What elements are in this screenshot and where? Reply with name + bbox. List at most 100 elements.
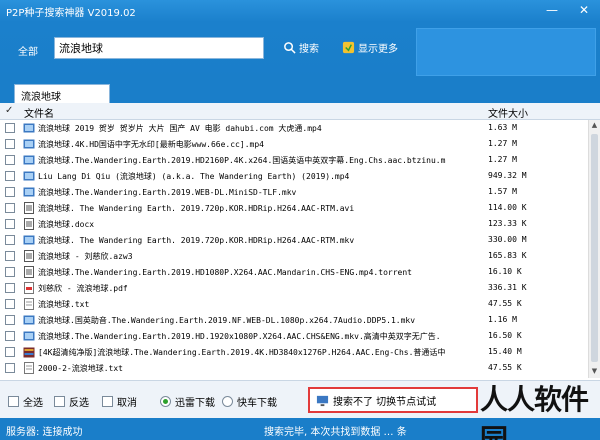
- xunlei-download-option[interactable]: 迅雷下载: [160, 394, 215, 409]
- file-name: 流浪地球.The.Wandering.Earth.2019.HD.1920x10…: [38, 332, 441, 341]
- list-item[interactable]: 流浪地球.The.Wandering.Earth.2019.WEB-DL.Min…: [0, 184, 588, 200]
- file-name: 流浪地球 - 刘慈欣.azw3: [38, 252, 133, 261]
- row-checkbox[interactable]: [5, 347, 15, 357]
- tab-search-result[interactable]: 流浪地球: [14, 84, 110, 103]
- doc-icon: [24, 202, 34, 214]
- row-checkbox[interactable]: [5, 155, 15, 165]
- text-icon: [24, 362, 34, 374]
- row-checkbox[interactable]: [5, 203, 15, 213]
- close-button[interactable]: ✕: [574, 0, 594, 20]
- file-size: 330.00 M: [488, 235, 527, 244]
- search-button[interactable]: 搜索: [283, 40, 319, 55]
- title-bar: P2P种子搜索神器 V2019.02 — ✕: [0, 0, 600, 22]
- file-size: 15.40 M: [488, 347, 522, 356]
- header-file-name[interactable]: 文件名: [24, 105, 54, 120]
- watermark-logo: 人人软件园: [480, 383, 589, 440]
- row-checkbox[interactable]: [5, 299, 15, 309]
- scroll-up-arrow-icon[interactable]: ▲: [589, 121, 600, 131]
- video-icon: [23, 155, 35, 165]
- file-size: 1.57 M: [488, 187, 517, 196]
- doc-icon: [24, 250, 34, 262]
- row-checkbox[interactable]: [5, 283, 15, 293]
- file-size: 123.33 K: [488, 219, 527, 228]
- video-icon: [23, 123, 35, 133]
- file-size: 949.32 M: [488, 171, 527, 180]
- file-name: 2000-2-流浪地球.txt: [38, 364, 123, 373]
- list-item[interactable]: 流浪地球 - 刘慈欣.azw3 165.83 K: [0, 248, 588, 264]
- file-size: 336.31 K: [488, 283, 527, 292]
- select-all-option[interactable]: 全选: [8, 394, 43, 409]
- vertical-scrollbar[interactable]: ▲ ▼: [588, 120, 600, 378]
- list-item[interactable]: 流浪地球.4K.HD国语中字无水印[最新电影www.66e.cc].mp4 1.…: [0, 136, 588, 152]
- file-size: 165.83 K: [488, 251, 527, 260]
- header-check[interactable]: ✓: [5, 105, 13, 116]
- list-item[interactable]: 流浪地球. The Wandering Earth. 2019.720p.KOR…: [0, 232, 588, 248]
- doc-icon: [24, 266, 34, 278]
- invert-checkbox[interactable]: [54, 396, 65, 407]
- file-name: 流浪地球. The Wandering Earth. 2019.720p.KOR…: [38, 236, 355, 245]
- file-name: 流浪地球. The Wandering Earth. 2019.720p.KOR…: [38, 204, 355, 213]
- pdf-icon: [24, 282, 34, 294]
- row-checkbox[interactable]: [5, 331, 15, 341]
- list-item[interactable]: 2000-2-流浪地球.txt 47.55 K: [0, 360, 588, 376]
- row-checkbox[interactable]: [5, 235, 15, 245]
- file-name: [4K超清纯净版]流浪地球.The.Wandering.Earth.2019.4…: [38, 348, 446, 357]
- xunlei-label: 迅雷下载: [175, 398, 215, 409]
- row-checkbox[interactable]: [5, 139, 15, 149]
- invert-option[interactable]: 反选: [54, 394, 89, 409]
- list-item[interactable]: 刘慈欣 - 流浪地球.pdf 336.31 K: [0, 280, 588, 296]
- list-item[interactable]: 流浪地球. The Wandering Earth. 2019.720p.KOR…: [0, 200, 588, 216]
- list-header: ✓ 文件名 文件大小: [0, 103, 600, 120]
- list-item[interactable]: 流浪地球.txt 47.55 K: [0, 296, 588, 312]
- file-size: 1.27 M: [488, 155, 517, 164]
- scroll-thumb[interactable]: [591, 134, 598, 362]
- monitor-icon: [316, 395, 329, 406]
- row-checkbox[interactable]: [5, 187, 15, 197]
- bt-download-option[interactable]: 快车下载: [222, 394, 277, 409]
- xunlei-radio[interactable]: [160, 396, 171, 407]
- file-size: 114.00 K: [488, 203, 527, 212]
- list-item[interactable]: 流浪地球.The.Wandering.Earth.2019.HD2160P.4K…: [0, 152, 588, 168]
- list-item[interactable]: 流浪地球.docx 123.33 K: [0, 216, 588, 232]
- minimize-button[interactable]: —: [542, 0, 562, 20]
- search-input[interactable]: [54, 37, 264, 59]
- row-checkbox[interactable]: [5, 315, 15, 325]
- switch-node-label: 搜索不了 切换节点试试: [333, 396, 437, 408]
- text-icon: [24, 298, 34, 310]
- file-size: 16.50 K: [488, 331, 522, 340]
- list-item[interactable]: 流浪地球.The.Wandering.Earth.2019.HD.1920x10…: [0, 328, 588, 344]
- scroll-down-arrow-icon[interactable]: ▼: [589, 367, 600, 377]
- list-item[interactable]: 流浪地球.国英助音.The.Wandering.Earth.2019.NF.WE…: [0, 312, 588, 328]
- row-checkbox[interactable]: [5, 267, 15, 277]
- list-item[interactable]: Liu Lang Di Qiu (流浪地球) (a.k.a. The Wande…: [0, 168, 588, 184]
- banner-right-panel: [416, 28, 596, 76]
- list-item[interactable]: 流浪地球 2019 贺岁 贺岁片 大片 国产 AV 电影 dahubi.com …: [0, 120, 588, 136]
- list-item[interactable]: [4K超清纯净版]流浪地球.The.Wandering.Earth.2019.4…: [0, 344, 588, 360]
- cancel-checkbox[interactable]: [102, 396, 113, 407]
- video-icon: [23, 139, 35, 149]
- row-checkbox[interactable]: [5, 251, 15, 261]
- file-name: Liu Lang Di Qiu (流浪地球) (a.k.a. The Wande…: [38, 172, 350, 181]
- row-checkbox[interactable]: [5, 363, 15, 373]
- file-name: 流浪地球.docx: [38, 220, 95, 229]
- select-all-checkbox[interactable]: [8, 396, 19, 407]
- cancel-option[interactable]: 取消: [102, 394, 137, 409]
- row-checkbox[interactable]: [5, 123, 15, 133]
- search-scope-label[interactable]: 全部: [18, 43, 38, 58]
- invert-label: 反选: [69, 398, 89, 409]
- row-checkbox[interactable]: [5, 171, 15, 181]
- bt-radio[interactable]: [222, 396, 233, 407]
- switch-node-button[interactable]: 搜索不了 切换节点试试: [308, 387, 478, 413]
- bt-label: 快车下载: [237, 398, 277, 409]
- header-file-size[interactable]: 文件大小: [488, 105, 528, 120]
- show-more-button[interactable]: 显示更多: [342, 40, 398, 55]
- row-checkbox[interactable]: [5, 219, 15, 229]
- search-banner: 全部 搜索 显示更多: [0, 22, 600, 80]
- list-item[interactable]: 流浪地球.The.Wandering.Earth.2019.HD1080P.X2…: [0, 264, 588, 280]
- show-more-label: 显示更多: [358, 44, 398, 55]
- file-list: 流浪地球 2019 贺岁 贺岁片 大片 国产 AV 电影 dahubi.com …: [0, 120, 588, 378]
- file-name: 流浪地球.The.Wandering.Earth.2019.HD2160P.4K…: [38, 156, 446, 165]
- file-size: 47.55 K: [488, 363, 522, 372]
- show-more-icon: [342, 41, 355, 54]
- tab-strip: 流浪地球: [0, 80, 600, 103]
